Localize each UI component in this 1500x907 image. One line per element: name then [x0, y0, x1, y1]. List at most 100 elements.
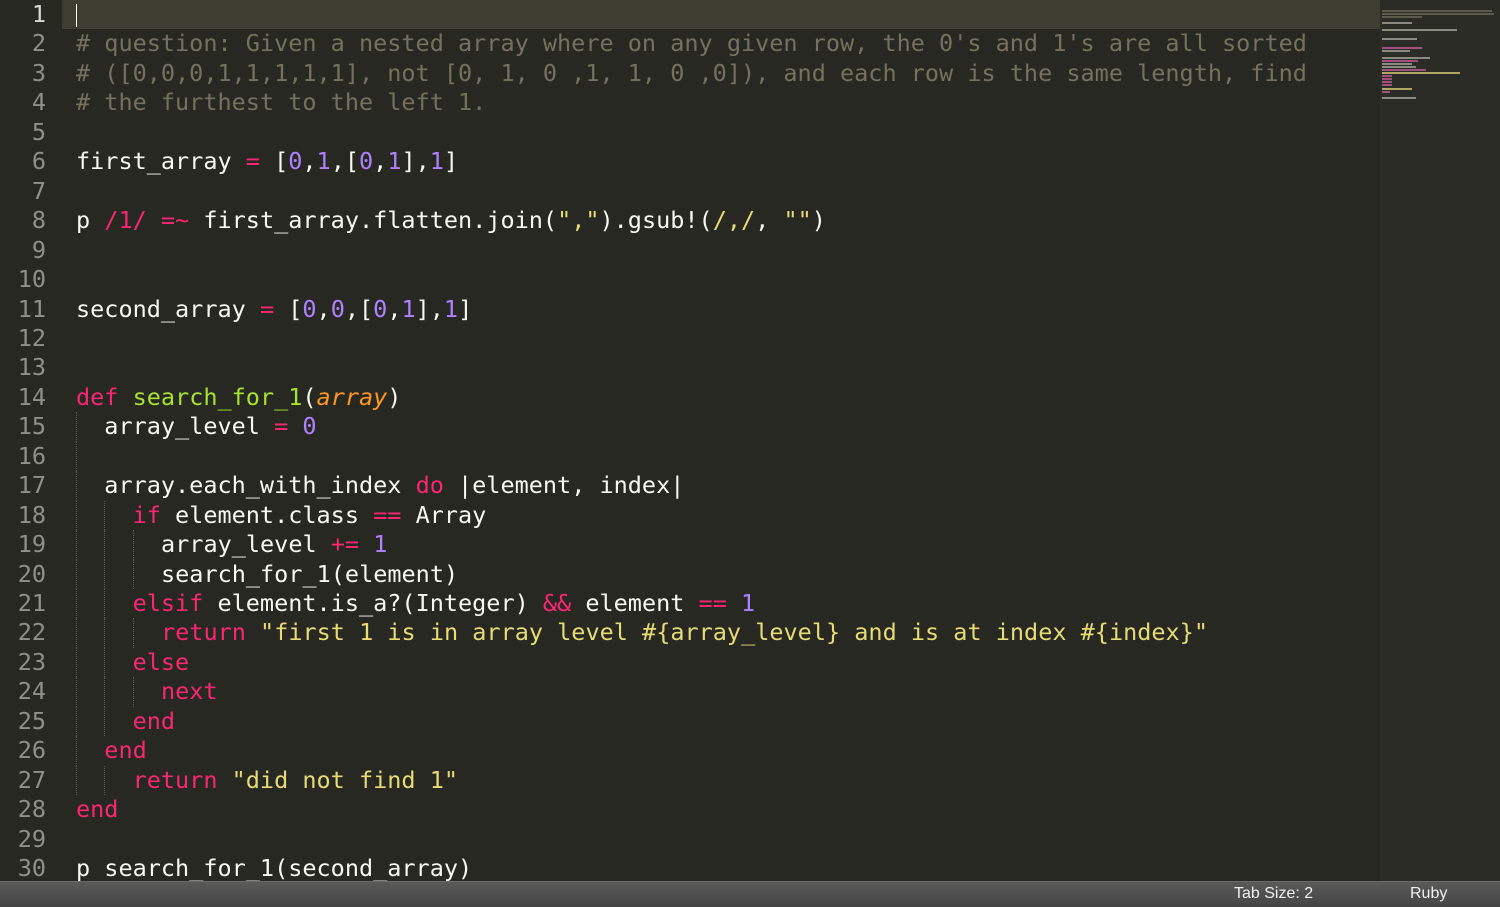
line-number[interactable]: 17: [0, 471, 46, 500]
indent-guide: [104, 530, 106, 560]
indent-guide: [76, 500, 78, 531]
token: ,: [302, 147, 317, 176]
line-number[interactable]: 22: [0, 618, 46, 647]
indent-guide: [76, 589, 78, 619]
indent-guide: [104, 647, 106, 678]
indent-guide: [132, 530, 135, 560]
minimap-line: [1382, 84, 1392, 87]
line-number[interactable]: 13: [0, 353, 46, 382]
minimap-line: [1382, 65, 1416, 68]
line-number[interactable]: 27: [0, 766, 46, 795]
token: ,[: [330, 147, 359, 176]
token: first_array: [76, 147, 246, 176]
line-number[interactable]: 9: [0, 236, 46, 265]
minimap-line: [1382, 50, 1410, 53]
minimap-line: [1382, 56, 1430, 59]
token: [: [274, 294, 303, 323]
line-number[interactable]: 6: [0, 147, 46, 176]
code-line-26: end: [104, 736, 147, 765]
token: 1: [401, 294, 416, 323]
indent-guide: [76, 647, 78, 678]
code-line-19: array_level += 1: [161, 530, 387, 559]
code-line-17: array.each_with_index do |element, index…: [104, 471, 684, 500]
minimap[interactable]: [1380, 0, 1500, 881]
line-number[interactable]: 14: [0, 383, 46, 412]
minimap-line: [1382, 16, 1422, 19]
line-number[interactable]: 19: [0, 530, 46, 559]
line-number[interactable]: 21: [0, 589, 46, 618]
token: /1/: [104, 206, 147, 235]
indent-guide: [76, 412, 78, 442]
token: ,: [755, 206, 784, 235]
syntax-indicator[interactable]: Ruby: [1410, 885, 1447, 903]
line-number[interactable]: 16: [0, 442, 46, 471]
code-line-3: # ([0,0,0,1,1,1,1,1], not [0, 1, 0 ,1, 1…: [76, 58, 1307, 87]
minimap-line: [1382, 62, 1412, 65]
code-line-25: end: [132, 706, 176, 735]
token: if: [132, 500, 161, 529]
token: (: [302, 382, 317, 411]
token: ,[: [344, 294, 374, 323]
line-number[interactable]: 7: [0, 177, 46, 206]
token: return: [132, 765, 218, 794]
token: 1: [316, 147, 331, 176]
minimap-line: [1382, 81, 1392, 84]
line-number[interactable]: 26: [0, 736, 46, 765]
token: ,: [316, 294, 331, 323]
token: 0: [330, 294, 345, 323]
token: first_array.flatten.join(: [189, 206, 558, 235]
code-line-2: # question: Given a nested array where o…: [76, 29, 1307, 58]
token: 1: [387, 147, 402, 176]
code-line-30: p search_for_1(second_array): [76, 854, 473, 881]
token: &&: [542, 589, 572, 617]
indent-guide: [76, 618, 78, 648]
line-number-gutter[interactable]: 1 2 3 4 5 6 7 8 9 10 11 12 13 14 15 16 17 18 19 20 21 22 23 24 2…: [0, 0, 62, 881]
line-number[interactable]: 30: [0, 854, 46, 881]
indent-guide: [132, 677, 135, 707]
token: 1: [373, 530, 388, 559]
code-area[interactable]: # question: Given a nested array where o…: [76, 0, 1376, 881]
code-line-27: return "did not find 1": [133, 766, 458, 795]
line-number[interactable]: 12: [0, 324, 46, 353]
line-number[interactable]: 28: [0, 795, 46, 824]
indent-guide: [76, 706, 78, 737]
indent-guide: [132, 618, 135, 648]
line-number[interactable]: 15: [0, 412, 46, 441]
code-line-11: second_array = [0,0,[0,1],1]: [76, 295, 472, 324]
minimap-line: [1382, 59, 1418, 62]
line-number[interactable]: 18: [0, 501, 46, 530]
tab-size-indicator[interactable]: Tab Size: 2: [1234, 885, 1313, 903]
line-number[interactable]: 8: [0, 206, 46, 235]
code-line-23: else: [132, 647, 190, 676]
line-number[interactable]: 4: [0, 88, 46, 117]
line-number[interactable]: 5: [0, 118, 46, 147]
token: =: [274, 412, 289, 441]
line-number[interactable]: 29: [0, 825, 46, 854]
token: do: [415, 471, 444, 500]
line-number[interactable]: 24: [0, 677, 46, 706]
token: element.class: [160, 500, 374, 529]
token: array_level: [161, 530, 331, 559]
code-line-6: first_array = [0,1,[0,1],1]: [76, 147, 458, 176]
token: +=: [330, 530, 360, 559]
line-number[interactable]: 1: [0, 0, 46, 29]
code-line-8: p /1/ =~ first_array.flatten.join(",").g…: [76, 206, 826, 235]
line-number[interactable]: 25: [0, 707, 46, 736]
line-number[interactable]: 2: [0, 29, 46, 58]
token: /,/: [712, 206, 756, 235]
token: search_for_1: [132, 382, 303, 411]
line-number[interactable]: 11: [0, 295, 46, 324]
line-number[interactable]: 20: [0, 560, 46, 589]
token: "did not find 1": [231, 765, 459, 794]
line-number[interactable]: 23: [0, 648, 46, 677]
line-number[interactable]: 3: [0, 59, 46, 88]
token: 0: [373, 294, 388, 323]
code-editor[interactable]: 1 2 3 4 5 6 7 8 9 10 11 12 13 14 15 16 17 18 19 20 21 22 23 24 2…: [0, 0, 1380, 881]
token: [: [259, 147, 289, 176]
token: element.is_a?(Integer): [203, 589, 543, 617]
line-number[interactable]: 10: [0, 265, 46, 294]
token: ",": [557, 206, 600, 235]
token: "": [783, 206, 812, 235]
